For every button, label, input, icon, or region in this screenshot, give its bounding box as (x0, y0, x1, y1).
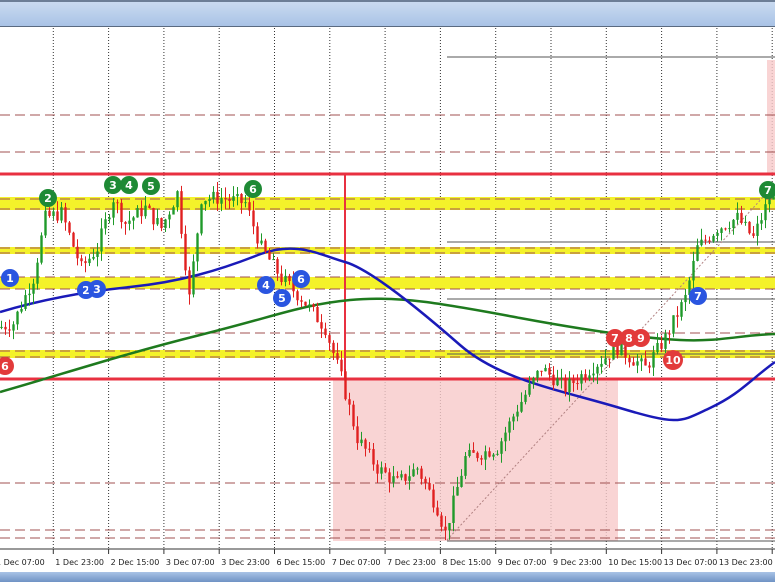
candle (620, 343, 623, 356)
svg-text:6: 6 (297, 273, 305, 286)
marker-green: 2 (39, 189, 57, 207)
candle (264, 238, 267, 254)
candle (72, 231, 75, 248)
x-axis-labels: 1 Dec 07:00 1 Dec 23:00 2 Dec 15:00 3 Dec 0… (0, 549, 775, 567)
svg-text:10: 10 (665, 354, 681, 367)
marker-blue: 4 (257, 276, 275, 294)
marker-green: 3 (104, 176, 122, 194)
marker-green: 4 (120, 176, 138, 194)
x-tick-label: 7 Dec 23:00 (387, 558, 436, 567)
svg-text:4: 4 (125, 179, 133, 192)
candle (180, 185, 183, 239)
x-tick-label: 13 Dec 07:00 (664, 558, 718, 567)
candle (344, 368, 347, 401)
x-tick-label: 13 Dec 23:00 (719, 558, 773, 567)
svg-text:5: 5 (147, 180, 155, 193)
svg-text:7: 7 (764, 184, 772, 197)
svg-text:3: 3 (93, 283, 101, 296)
x-tick-label: 1 Dec 07:00 (0, 558, 45, 567)
shaded-range-zone (333, 379, 618, 541)
svg-text:2: 2 (44, 192, 52, 205)
marker-blue: 7 (689, 287, 707, 305)
x-tick-label: 1 Dec 23:00 (55, 558, 104, 567)
svg-text:7: 7 (694, 290, 702, 303)
marker-green: 5 (142, 177, 160, 195)
svg-text:3: 3 (109, 179, 117, 192)
candle (200, 203, 203, 236)
svg-text:8: 8 (625, 332, 633, 345)
marker-green: 6 (244, 180, 262, 198)
x-tick-label: 8 Dec 15:00 (442, 558, 491, 567)
svg-text:5: 5 (278, 292, 286, 305)
marker-red: 10 (663, 350, 683, 370)
svg-text:4: 4 (262, 279, 270, 292)
marker-blue: 5 (273, 289, 291, 307)
svg-text:6: 6 (1, 360, 9, 373)
x-tick-label: 2 Dec 15:00 (111, 558, 160, 567)
x-tick-label: 3 Dec 07:00 (166, 558, 215, 567)
x-tick-label: 7 Dec 07:00 (332, 558, 381, 567)
x-tick-label: 6 Dec 15:00 (277, 558, 326, 567)
marker-blue: 3 (88, 280, 106, 298)
x-tick-label: 10 Dec 15:00 (608, 558, 662, 567)
svg-text:9: 9 (637, 332, 645, 345)
candle (40, 232, 43, 265)
svg-text:6: 6 (249, 183, 257, 196)
marker-red: 9 (632, 329, 650, 347)
yellow-band (0, 247, 775, 254)
x-tick-label: 9 Dec 07:00 (498, 558, 547, 567)
price-chart: 2 3 4 5 6 7 1 2 3 4 5 6 7 6 7 8 9 10 1 D… (0, 28, 775, 567)
candle (352, 400, 355, 430)
x-tick-label: 3 Dec 23:00 (221, 558, 270, 567)
svg-text:1: 1 (6, 272, 14, 285)
marker-blue: 1 (1, 269, 19, 287)
yellow-band (0, 197, 775, 210)
marker-blue: 6 (292, 270, 310, 288)
candle (748, 221, 751, 235)
x-tick-label: 9 Dec 23:00 (553, 558, 602, 567)
shaded-range-zone-right (767, 60, 775, 174)
svg-text:7: 7 (611, 332, 619, 345)
window-bottom-bar (0, 572, 775, 582)
candle (304, 301, 307, 307)
